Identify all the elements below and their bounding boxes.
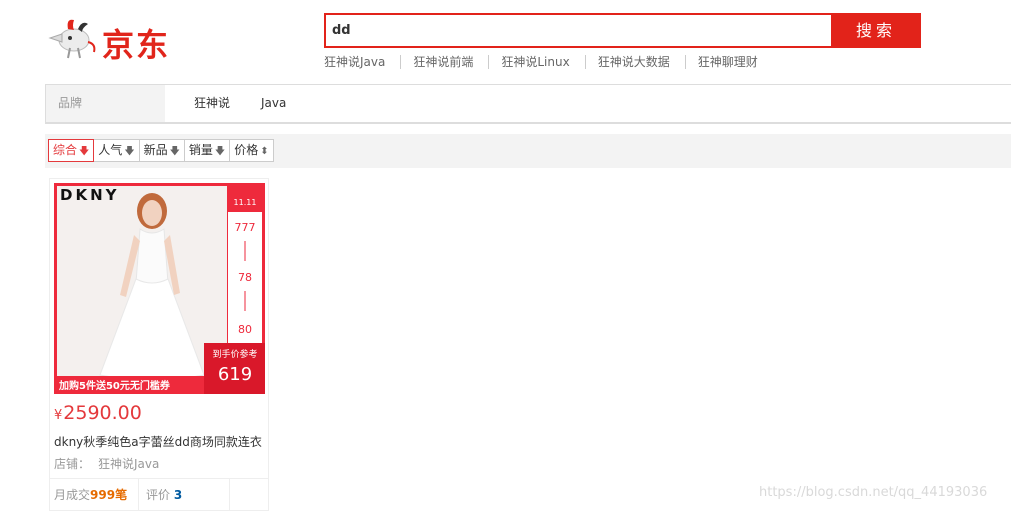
search-box: 搜索 — [324, 13, 921, 48]
hot-search-words: 狂神说Java 狂神说前端 狂神说Linux 狂神说大数据 狂神聊理财 — [324, 55, 785, 69]
logo-text: 京东 — [102, 26, 171, 64]
sort-comprehensive[interactable]: 综合 🡇 — [48, 139, 95, 162]
sort-down-arrow-icon: 🡇 — [169, 146, 180, 157]
hotword-link[interactable]: 狂神说前端 — [413, 55, 490, 69]
product-title[interactable]: dkny秋季纯色a字蕾丝dd商场同款连衣 — [54, 433, 262, 450]
brand-filter-label: 品牌 — [46, 85, 165, 122]
svg-text:11.11: 11.11 — [234, 198, 257, 207]
image-brand-text: DKNY — [60, 186, 120, 204]
sort-popularity[interactable]: 人气 🡇 — [93, 139, 140, 162]
product-stats: 月成交999笔 评价 3 — [50, 478, 268, 511]
brand-option-java[interactable]: Java — [261, 85, 286, 122]
sort-down-arrow-icon: 🡇 — [79, 146, 90, 157]
search-button[interactable]: 搜索 — [831, 13, 921, 48]
search-input[interactable] — [326, 15, 831, 46]
side-price-3: 80 — [238, 323, 252, 336]
brand-option-kuangshen[interactable]: 狂神说 — [194, 85, 230, 122]
hotword-link[interactable]: 狂神说Java — [324, 55, 402, 69]
hotword-link[interactable]: 狂神聊理财 — [698, 55, 773, 69]
product-shop: 店铺： 狂神说Java — [54, 457, 160, 471]
sort-sales[interactable]: 销量 🡇 — [183, 139, 231, 162]
badge-label: 到手价参考 — [212, 348, 257, 360]
csdn-watermark: https://blog.csdn.net/qq_44193036 — [759, 485, 988, 500]
product-price: ¥2590.00 — [54, 402, 142, 424]
sort-price[interactable]: 价格 ⬍ — [229, 139, 274, 162]
review-count[interactable]: 评价 3 — [139, 479, 230, 511]
jd-dog-mascot-icon — [48, 19, 96, 59]
jd-search-page: 京东 搜索 狂神说Java 狂神说前端 狂神说Linux 狂神说大数据 狂神聊理… — [0, 0, 1011, 511]
product-card[interactable]: 11.11 777 78 80 加购5件送50元无门槛券 到手价参考 619 D… — [49, 178, 269, 511]
sort-down-arrow-icon: 🡇 — [124, 146, 135, 157]
side-price-2: 78 — [238, 271, 252, 284]
stats-empty-cell — [230, 479, 268, 511]
monthly-sales: 月成交999笔 — [50, 479, 139, 511]
jd-logo[interactable]: 京东 — [44, 14, 184, 64]
hotword-link[interactable]: 狂神说大数据 — [598, 55, 686, 69]
side-price-1: 777 — [235, 221, 256, 234]
hotword-link[interactable]: 狂神说Linux — [501, 55, 586, 69]
brand-filter-bar: 品牌 狂神说 Java — [45, 84, 1011, 124]
sort-new[interactable]: 新品 🡇 — [138, 139, 185, 162]
product-photo: 11.11 777 78 80 加购5件送50元无门槛券 到手价参考 619 D… — [54, 183, 265, 394]
sort-updown-arrow-icon: ⬍ — [260, 146, 269, 157]
sort-bar: 综合 🡇 人气 🡇 新品 🡇 销量 🡇 价格 ⬍ — [45, 134, 1011, 168]
promo-text: 加购5件送50元无门槛券 — [58, 379, 171, 392]
shop-name-link[interactable]: 狂神说Java — [98, 457, 159, 471]
sort-down-arrow-icon: 🡇 — [214, 146, 226, 157]
product-image[interactable]: 11.11 777 78 80 加购5件送50元无门槛券 到手价参考 619 D… — [54, 183, 265, 394]
badge-price: 619 — [218, 364, 252, 385]
